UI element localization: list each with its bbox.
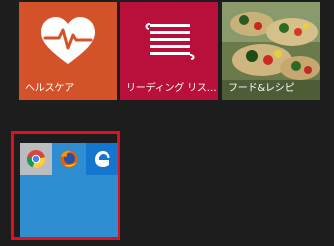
start-screen: ヘルスケア リーディング リス… フード&レシピ <box>0 0 334 246</box>
heart-pulse-icon <box>19 2 117 82</box>
firefox-tile[interactable] <box>53 143 85 175</box>
edge-icon <box>95 151 110 167</box>
tile-label: リーディング リス… <box>126 83 217 94</box>
tile-label: フード&レシピ <box>228 83 295 94</box>
edge-tile[interactable] <box>86 143 118 175</box>
browser-folder-tile[interactable] <box>20 143 118 237</box>
tile-reading-list[interactable]: リーディング リス… <box>120 2 218 100</box>
chrome-icon <box>26 150 46 169</box>
highlight-frame <box>11 131 120 240</box>
firefox-icon <box>60 150 78 168</box>
tile-healthcare[interactable]: ヘルスケア <box>19 2 117 100</box>
chrome-tile[interactable] <box>20 143 52 175</box>
reading-list-icon <box>120 2 218 82</box>
tile-label: ヘルスケア <box>25 83 74 94</box>
tile-food-recipe[interactable]: フード&レシピ <box>222 2 320 100</box>
